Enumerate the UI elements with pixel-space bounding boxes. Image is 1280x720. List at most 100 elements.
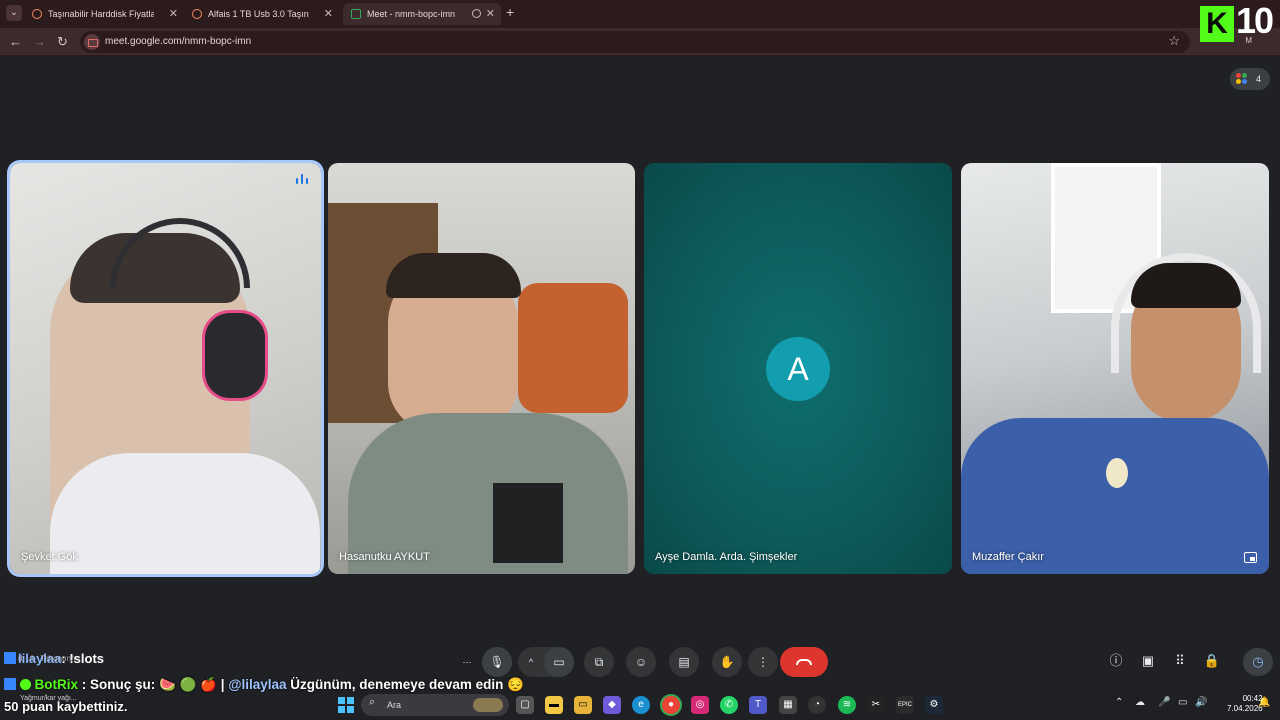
hair-shape — [386, 253, 521, 298]
camera-icon[interactable]: ▭ — [544, 647, 574, 677]
participant-tile-ayse[interactable]: A Ayşe Damla. Arda. Şimşekler — [644, 163, 952, 574]
raise-hand-icon[interactable]: ✋ — [712, 647, 742, 677]
tab-title: Taşınabilir Harddisk Fiyatları — [48, 9, 154, 19]
back-arrow-icon[interactable]: ← — [9, 34, 22, 50]
search-placeholder: Ara — [387, 700, 402, 710]
network-icon[interactable]: ▭ — [1178, 697, 1187, 708]
captions-icon[interactable]: ▤ — [669, 647, 699, 677]
participants-chip[interactable]: 4 — [1230, 68, 1270, 90]
close-tab-icon[interactable]: ✕ — [486, 3, 495, 25]
participant-tile-sevket[interactable]: Şevket Gök — [10, 163, 321, 574]
speaking-indicator-icon — [295, 173, 309, 187]
search-highlight-image — [473, 698, 503, 712]
whatsapp-icon[interactable]: ✆ — [720, 696, 738, 714]
meeting-info-icon[interactable]: ⓘ — [1106, 651, 1126, 671]
emoji-reaction-icon[interactable]: ☺ — [626, 647, 656, 677]
instagram-icon[interactable]: ◎ — [691, 696, 709, 714]
headset-band — [110, 218, 250, 288]
address-bar[interactable]: meet.google.com/nmm-bopc-imn ☆ — [80, 31, 1190, 53]
leave-call-button[interactable] — [780, 647, 828, 677]
bot-name: BotRix — [34, 677, 79, 692]
chat-overlay-line-1: lilaylaa: !slots d: .4 Tehonunn — [4, 651, 104, 666]
app-notification-icon[interactable]: ◔ — [808, 696, 826, 714]
steam-icon[interactable]: ⚙ — [925, 696, 943, 714]
capcut-icon[interactable]: ✂ — [867, 696, 885, 714]
participant-name: Şevket Gök — [21, 551, 78, 563]
bookmark-star-icon[interactable]: ☆ — [1168, 33, 1180, 49]
participant-tile-muzaffer[interactable]: Muzaffer Çakır — [961, 163, 1269, 574]
browser-tab-bar: ⌄ Taşınabilir Harddisk Fiyatları ✕ Alfai… — [0, 0, 1280, 28]
search-icon: ⌕ — [369, 696, 376, 708]
video-options-chevron-icon[interactable]: ^ — [518, 647, 544, 677]
shirt-shape — [348, 413, 628, 574]
headset-earcup — [205, 313, 265, 398]
chat-badge-icon — [4, 652, 16, 664]
microphone-tray-icon[interactable]: 🎤 — [1158, 697, 1170, 708]
windows-start-icon[interactable] — [338, 697, 354, 713]
overlay-counter: 10 — [1236, 0, 1274, 41]
recording-indicator-icon — [472, 9, 481, 18]
bot-message-prefix: : Sonuç şu: — [81, 677, 156, 692]
more-audio-options-icon[interactable]: ⋯ — [452, 647, 482, 677]
file-explorer-icon[interactable]: ▭ — [574, 696, 592, 714]
edge-icon[interactable]: e — [632, 696, 650, 714]
url-text[interactable]: meet.google.com/nmm-bopc-imn — [105, 31, 251, 53]
participants-avatars-icon — [1236, 73, 1248, 85]
chrome-icon[interactable]: ● — [662, 696, 680, 714]
meet-favicon-icon — [351, 9, 361, 19]
user-mention: @lilaylaa — [228, 677, 287, 692]
video-controls: ^ ▭ — [518, 647, 574, 677]
separator: | — [220, 677, 225, 692]
tab-title: Alfais 1 TB Usb 3.0 Taşınabilir H — [208, 9, 309, 19]
more-options-icon[interactable]: ⋮ — [748, 647, 778, 677]
store-icon[interactable]: ▦ — [779, 696, 797, 714]
headset-mic — [1106, 458, 1128, 488]
tray-expand-icon[interactable]: ⌃ — [1115, 697, 1123, 708]
avatar: A — [766, 337, 830, 401]
tab-search-button[interactable]: ⌄ — [6, 5, 22, 21]
task-view-icon[interactable]: ▢ — [516, 696, 534, 714]
chat-icon[interactable]: ▣ — [1138, 651, 1158, 671]
shirt-shape — [50, 453, 320, 574]
teams-icon[interactable]: T — [749, 696, 767, 714]
volume-icon[interactable]: 🔊 — [1195, 697, 1207, 708]
microphone-icon[interactable]: 🎙 — [482, 647, 512, 677]
participant-name: Hasanutku AYKUT — [339, 551, 430, 563]
shirt-pocket — [493, 483, 563, 563]
hair-shape — [1131, 263, 1241, 308]
timer-icon[interactable]: ◷ — [1243, 648, 1273, 676]
verified-badge-icon — [19, 679, 31, 690]
bot-badge-icon — [4, 678, 16, 690]
site-favicon-icon — [32, 9, 42, 19]
notification-bell-icon[interactable]: 🔔 — [1258, 697, 1270, 708]
close-tab-icon[interactable]: ✕ — [169, 3, 178, 25]
new-tab-button[interactable]: + — [506, 4, 514, 20]
forward-arrow-icon[interactable]: → — [33, 34, 46, 50]
spotify-icon[interactable]: ≋ — [838, 696, 856, 714]
participant-tile-hasanutku[interactable]: Hasanutku AYKUT — [328, 163, 635, 574]
bot-message: Üzgünüm, denemeye devam edin 😔 — [290, 677, 524, 692]
site-favicon-icon — [192, 9, 202, 19]
tab-harddisk-prices[interactable]: Taşınabilir Harddisk Fiyatları ✕ — [24, 3, 184, 25]
epic-games-icon[interactable]: EPIC — [896, 696, 914, 714]
taskbar-search-box[interactable]: ⌕ Ara — [361, 694, 509, 716]
points-lost-text: 50 puan kaybettiniz. — [4, 699, 128, 714]
tab-alfais-product[interactable]: Alfais 1 TB Usb 3.0 Taşınabilir H ✕ — [184, 3, 339, 25]
host-controls-icon[interactable]: 🔒 — [1202, 651, 1222, 671]
participant-count: 4 — [1256, 74, 1262, 84]
copilot-icon[interactable]: ◆ — [603, 696, 621, 714]
ghost-overlay-text: d: .4 Tehonunn — [18, 654, 76, 663]
tab-meet[interactable]: Meet - nmm-bopc-imn ✕ — [343, 3, 501, 25]
present-screen-icon[interactable]: ⧉ — [584, 647, 614, 677]
browser-toolbar: ← → ↻ meet.google.com/nmm-bopc-imn ☆ M — [0, 28, 1280, 56]
reload-icon[interactable]: ↻ — [57, 34, 68, 50]
weather-cloud-icon[interactable]: ☁ — [1135, 697, 1145, 708]
audio-controls: ⋯ 🎙 — [452, 647, 512, 677]
sticky-notes-icon[interactable]: ▬ — [545, 696, 563, 714]
chat-overlay-line-2: BotRix : Sonuç şu: 🍉 🟢 🍎 | @lilaylaa Üzg… — [4, 677, 524, 693]
activities-icon[interactable]: ⠿ — [1170, 651, 1190, 671]
camera-permission-icon[interactable] — [84, 34, 100, 50]
picture-in-picture-icon[interactable] — [1244, 552, 1257, 563]
phone-hangup-icon — [796, 659, 812, 665]
close-tab-icon[interactable]: ✕ — [324, 3, 333, 25]
